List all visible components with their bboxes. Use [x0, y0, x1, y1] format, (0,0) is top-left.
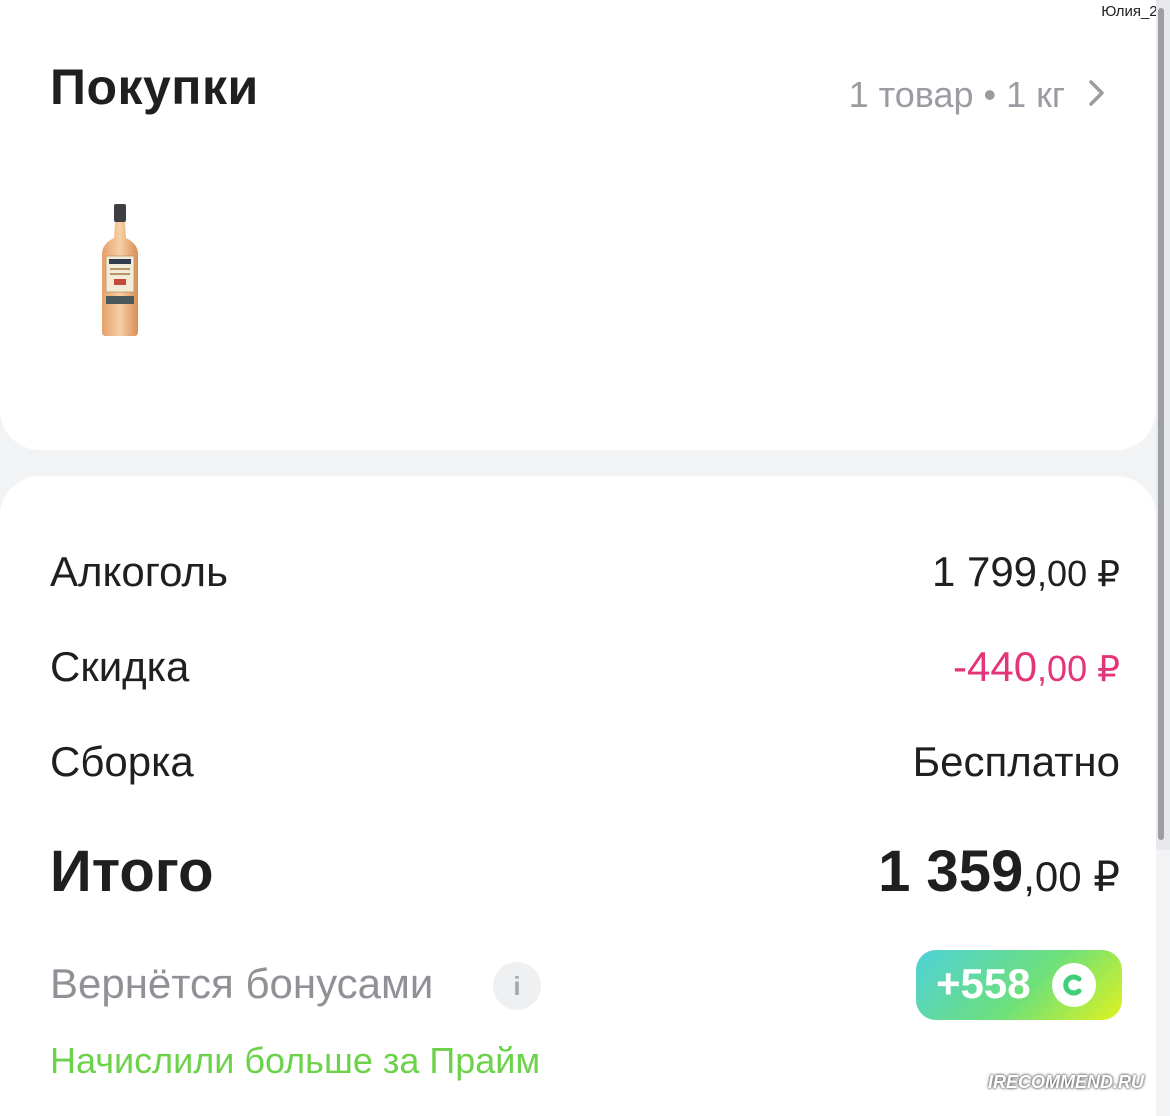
- bonus-badge[interactable]: +558: [916, 950, 1122, 1020]
- watermark-site: IRECOMMEND.RU: [988, 1072, 1144, 1092]
- alcohol-value: 1 799,00 ₽: [931, 548, 1120, 595]
- bonus-label: Вернётся бонусами: [50, 960, 434, 1007]
- chevron-right-icon[interactable]: [1086, 78, 1108, 113]
- assembly-value: Бесплатно: [912, 738, 1120, 785]
- assembly-label: Сборка: [50, 738, 194, 785]
- scrollbar-thumb[interactable]: [1158, 8, 1164, 840]
- bonus-coin-icon: [1052, 963, 1096, 1007]
- purchases-title: Покупки: [50, 59, 259, 115]
- summary-row-discount: Скидка -440,00 ₽: [50, 643, 1120, 703]
- whisky-bottle-icon: [102, 204, 138, 336]
- bonus-amount: +558: [936, 960, 1031, 1007]
- total-label: Итого: [50, 839, 214, 904]
- purchases-meta[interactable]: 1 товар • 1 кг: [849, 74, 1065, 116]
- product-thumbnail[interactable]: [100, 204, 140, 343]
- summary-row-alcohol: Алкоголь 1 799,00 ₽: [50, 548, 1120, 608]
- alcohol-label: Алкоголь: [50, 548, 228, 595]
- info-icon[interactable]: i: [493, 962, 541, 1010]
- summary-row-assembly: Сборка Бесплатно: [50, 738, 1120, 798]
- prime-note: Начислили больше за Прайм: [50, 1040, 541, 1081]
- summary-row-total: Итого 1 359,00 ₽: [50, 838, 1120, 918]
- total-value: 1 359,00 ₽: [878, 839, 1120, 904]
- discount-label: Скидка: [50, 643, 190, 690]
- discount-value: -440,00 ₽: [952, 643, 1120, 690]
